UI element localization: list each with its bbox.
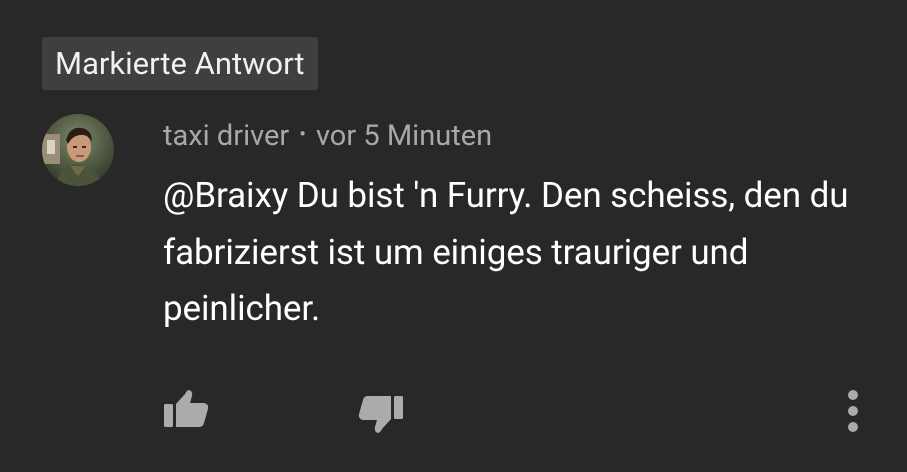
meta-separator: • <box>299 122 306 146</box>
highlighted-reply-label: Markierte Antwort <box>55 45 305 82</box>
author-name[interactable]: taxi driver <box>163 119 289 153</box>
more-options-button[interactable] <box>841 388 865 434</box>
like-button[interactable] <box>164 388 210 428</box>
more-vert-icon <box>848 390 858 432</box>
thumbs-up-icon <box>164 390 209 427</box>
comment-text: @Braixy Du bist 'n Furry. Den scheiss, d… <box>163 175 849 329</box>
comment-time[interactable]: vor 5 Minuten <box>316 119 492 153</box>
highlighted-reply-badge: Markierte Antwort <box>42 37 318 90</box>
avatar-image <box>42 114 114 186</box>
comment-meta: taxi driver • vor 5 Minuten <box>163 112 492 158</box>
avatar[interactable] <box>42 114 114 186</box>
thumbs-down-icon <box>358 396 403 433</box>
dislike-button[interactable] <box>357 395 403 435</box>
